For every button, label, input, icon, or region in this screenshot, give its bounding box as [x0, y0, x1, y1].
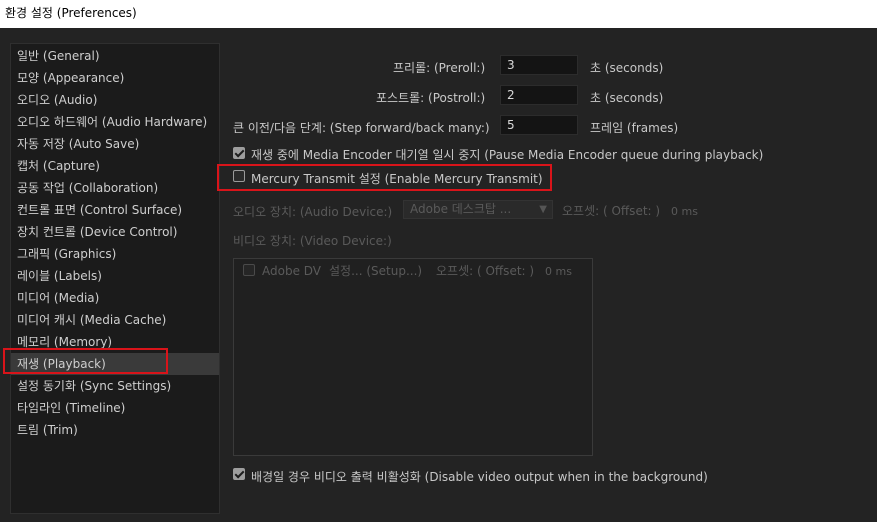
video-device-label: 비디오 장치: (Video Device:) — [233, 234, 392, 248]
sidebar-item-audio[interactable]: 오디오 (Audio) — [17, 89, 97, 111]
audio-device-label: 오디오 장치: (Audio Device:) — [233, 205, 393, 219]
preferences-sidebar: 일반 (General) 모양 (Appearance) 오디오 (Audio)… — [10, 43, 220, 514]
sidebar-item-capture[interactable]: 캡처 (Capture) — [17, 155, 100, 177]
video-device-name: Adobe DV — [262, 264, 322, 278]
disable-bg-output-checkbox[interactable] — [233, 468, 245, 480]
sidebar-item-general[interactable]: 일반 (General) — [17, 45, 100, 67]
sidebar-item-audio-hardware[interactable]: 오디오 하드웨어 (Audio Hardware) — [17, 111, 207, 133]
postroll-input[interactable] — [500, 85, 578, 105]
sidebar-item-collaboration[interactable]: 공동 작업 (Collaboration) — [17, 177, 158, 199]
highlight-mercury-annotation — [217, 164, 552, 191]
audio-device-value: Adobe 데스크탑 ... — [410, 202, 512, 216]
highlight-playback-annotation — [3, 348, 168, 374]
pause-ame-checkbox[interactable] — [233, 147, 245, 159]
postroll-label: 포스트롤: (Postroll:) — [376, 91, 486, 105]
disable-bg-output-label: 배경일 경우 비디오 출력 비활성화 (Disable video output… — [251, 470, 708, 484]
pause-ame-label: 재생 중에 Media Encoder 대기열 일시 중지 (Pause Med… — [251, 148, 764, 162]
sidebar-item-sync-settings[interactable]: 설정 동기화 (Sync Settings) — [17, 375, 171, 397]
sidebar-item-appearance[interactable]: 모양 (Appearance) — [17, 67, 124, 89]
video-device-checkbox[interactable] — [243, 264, 255, 276]
preroll-input[interactable] — [500, 55, 578, 75]
sidebar-item-device-control[interactable]: 장치 컨트롤 (Device Control) — [17, 221, 177, 243]
audio-offset-value: 0 ms — [671, 205, 698, 218]
video-device-list: Adobe DV 설정... (Setup...) 오프셋: ( Offset:… — [233, 258, 593, 456]
step-unit: 프레임 (frames) — [590, 121, 679, 135]
sidebar-item-media[interactable]: 미디어 (Media) — [17, 287, 99, 309]
sidebar-item-labels[interactable]: 레이블 (Labels) — [17, 265, 102, 287]
sidebar-item-graphics[interactable]: 그래픽 (Graphics) — [17, 243, 116, 265]
video-offset-label: 오프셋: ( Offset: ) — [436, 264, 535, 278]
window-title: 환경 설정 (Preferences) — [5, 6, 137, 20]
audio-device-select[interactable]: Adobe 데스크탑 ... ▼ — [403, 200, 553, 219]
postroll-unit: 초 (seconds) — [590, 91, 664, 105]
step-label: 큰 이전/다음 단계: (Step forward/back many:) — [233, 121, 490, 135]
step-input[interactable] — [500, 115, 578, 135]
preroll-unit: 초 (seconds) — [590, 61, 664, 75]
audio-offset-label: 오프셋: ( Offset: ) — [562, 204, 661, 218]
sidebar-item-timeline[interactable]: 타임라인 (Timeline) — [17, 397, 125, 419]
preroll-label: 프리롤: (Preroll:) — [393, 61, 486, 75]
sidebar-item-control-surface[interactable]: 컨트롤 표면 (Control Surface) — [17, 199, 182, 221]
video-device-setup-button[interactable]: 설정... (Setup...) — [329, 262, 422, 279]
video-offset-value: 0 ms — [545, 265, 572, 278]
chevron-down-icon: ▼ — [539, 204, 547, 215]
sidebar-item-trim[interactable]: 트림 (Trim) — [17, 419, 78, 441]
sidebar-item-auto-save[interactable]: 자동 저장 (Auto Save) — [17, 133, 139, 155]
title-bar: 환경 설정 (Preferences) — [0, 0, 877, 28]
sidebar-item-media-cache[interactable]: 미디어 캐시 (Media Cache) — [17, 309, 166, 331]
